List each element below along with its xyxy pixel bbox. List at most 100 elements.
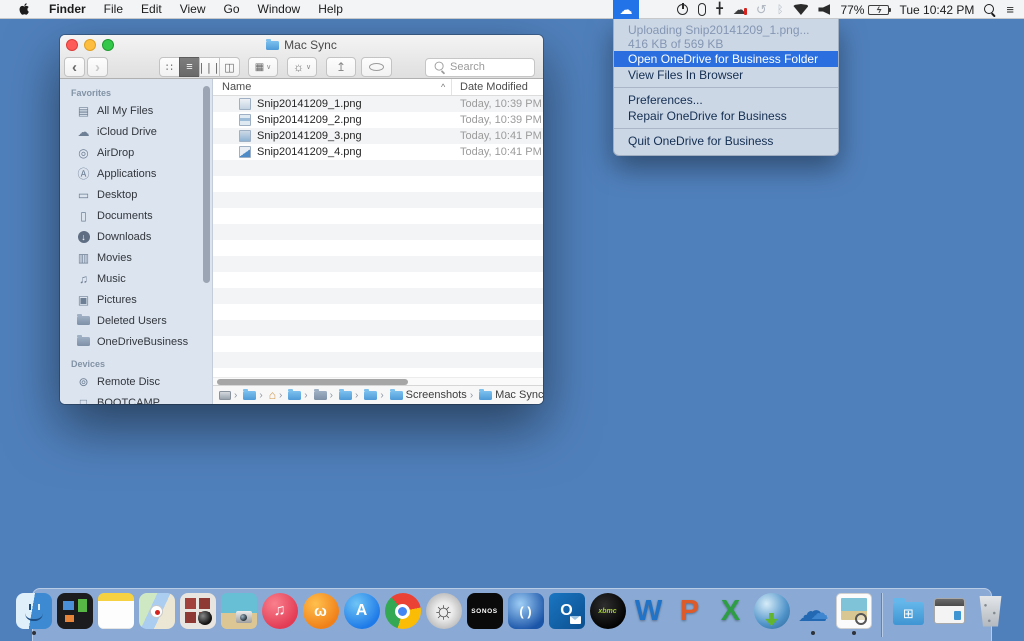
file-row[interactable]: Snip20141209_3.png Today, 10:41 PM — [213, 128, 543, 144]
dock-finder[interactable] — [15, 593, 53, 641]
quit-onedrive-item[interactable]: Quit OneDrive for Business — [614, 133, 838, 149]
tags-button[interactable] — [361, 57, 392, 77]
dock-notes[interactable] — [97, 593, 135, 641]
onedrive-error-icon[interactable]: ☁ — [733, 2, 746, 18]
menu-item-go[interactable]: Go — [224, 2, 240, 16]
sidebar-item-applications[interactable]: Applications — [60, 163, 212, 184]
dock-mission-control[interactable] — [56, 593, 94, 641]
dock-itunes[interactable]: ♫ — [261, 593, 299, 641]
menu-item-edit[interactable]: Edit — [141, 2, 162, 16]
sidebar-item-icloud-drive[interactable]: iCloud Drive — [60, 121, 212, 142]
wifi-icon[interactable] — [793, 4, 808, 15]
apple-menu-icon[interactable] — [18, 2, 31, 16]
sort-ascending-icon: ^ — [441, 82, 445, 92]
search-input[interactable] — [450, 61, 520, 73]
menu-item-view[interactable]: View — [180, 2, 206, 16]
sidebar-item-onedrivebusiness[interactable]: OneDriveBusiness — [60, 331, 212, 352]
sidebar-item-music[interactable]: Music — [60, 268, 212, 289]
path-crumb[interactable] — [231, 390, 256, 401]
open-onedrive-folder-item[interactable]: Open OneDrive for Business Folder — [614, 51, 838, 67]
repair-onedrive-item[interactable]: Repair OneDrive for Business — [614, 108, 838, 124]
dock-ibooks[interactable]: ω — [302, 593, 340, 641]
sidebar-item-bootcamp[interactable]: BOOTCAMP — [60, 392, 212, 404]
back-button[interactable]: ‹ — [64, 57, 85, 77]
sidebar-item-deleted-users[interactable]: Deleted Users — [60, 310, 212, 331]
file-row[interactable]: Snip20141209_1.png Today, 10:39 PM — [213, 96, 543, 112]
dock-iphoto[interactable] — [220, 593, 258, 641]
menubar-clock[interactable]: Tue 10:42 PM — [899, 3, 974, 17]
dock-chrome[interactable] — [384, 593, 422, 641]
dock-powerpoint[interactable]: P — [671, 593, 709, 641]
dock-word[interactable]: W — [630, 593, 668, 641]
power-circle-icon[interactable] — [677, 4, 688, 15]
preferences-item[interactable]: Preferences... — [614, 92, 838, 108]
sidebar-item-remote-disc[interactable]: Remote Disc — [60, 371, 212, 392]
forward-button[interactable]: › — [87, 57, 108, 77]
path-crumb[interactable] — [327, 390, 352, 401]
dock-onedrive[interactable]: ☁☁ — [794, 593, 832, 641]
mission-control-icon — [57, 593, 93, 629]
dock-windows-folder[interactable]: ⊞ — [890, 593, 928, 641]
path-crumb[interactable] — [352, 390, 377, 401]
sidebar-item-all-my-files[interactable]: All My Files — [60, 100, 212, 121]
sidebar-scrollbar[interactable] — [203, 86, 210, 283]
time-machine-icon[interactable]: ↺ — [756, 2, 767, 18]
menu-item-help[interactable]: Help — [318, 2, 343, 16]
dock-xbmc[interactable]: xbmc — [589, 593, 627, 641]
close-button[interactable] — [66, 39, 78, 51]
bluetooth-icon[interactable]: ᛒ — [777, 4, 784, 16]
dock-excel[interactable]: X — [712, 593, 750, 641]
menu-item-file[interactable]: File — [104, 2, 123, 16]
menu-item-finder[interactable]: Finder — [49, 2, 86, 16]
dock-sonos[interactable]: SONOS — [466, 593, 504, 641]
horizontal-scrollbar[interactable] — [213, 377, 543, 385]
search-field[interactable] — [425, 58, 535, 77]
path-crumb-drive[interactable] — [219, 391, 231, 400]
onedrive-business-menubar-icon[interactable]: ☁ — [613, 0, 639, 19]
view-files-in-browser-item[interactable]: View Files In Browser — [614, 67, 838, 83]
menu-item-window[interactable]: Window — [258, 2, 301, 16]
sidebar-item-desktop[interactable]: Desktop — [60, 184, 212, 205]
volume-icon[interactable] — [818, 4, 830, 15]
dock-photo-booth[interactable] — [179, 593, 217, 641]
icon-view-button[interactable]: ∷ — [159, 57, 180, 77]
column-name[interactable]: Name — [222, 81, 251, 93]
copter-icon[interactable]: ╋ — [716, 4, 723, 15]
minimize-button[interactable] — [84, 39, 96, 51]
column-view-button[interactable]: ||| — [199, 57, 220, 77]
path-crumb[interactable] — [301, 390, 326, 401]
column-date-modified[interactable]: Date Modified — [460, 81, 528, 93]
sidebar-item-movies[interactable]: Movies — [60, 247, 212, 268]
path-crumb-home[interactable] — [256, 389, 276, 402]
coverflow-view-button[interactable]: ◫ — [219, 57, 240, 77]
running-indicator — [852, 631, 856, 635]
sidebar-item-airdrop[interactable]: AirDrop — [60, 142, 212, 163]
dock-maps[interactable] — [138, 593, 176, 641]
arrange-button[interactable]: ▦∨ — [248, 57, 278, 77]
list-view-button[interactable]: ≡ — [179, 57, 200, 77]
path-crumb-screenshots[interactable]: Screenshots — [377, 389, 467, 401]
sidebar-item-downloads[interactable]: Downloads — [60, 226, 212, 247]
sidebar-item-pictures[interactable]: Pictures — [60, 289, 212, 310]
dock-system-preferences[interactable]: ☼ — [425, 593, 463, 641]
spotlight-search-icon[interactable] — [984, 4, 996, 16]
battery-indicator[interactable]: 77% ϟ — [840, 3, 889, 17]
dock-blue-orb-app[interactable]: ( ) — [507, 593, 545, 641]
peripheral-battery-icon[interactable] — [698, 3, 706, 16]
dock-app-store[interactable]: A — [343, 593, 381, 641]
dock-outlook[interactable]: O — [548, 593, 586, 641]
dock-globe-download[interactable] — [753, 593, 791, 641]
dock-preview[interactable] — [835, 593, 873, 641]
sidebar-item-documents[interactable]: Documents — [60, 205, 212, 226]
dock-minimized-window[interactable] — [931, 593, 969, 641]
zoom-button[interactable] — [102, 39, 114, 51]
share-button[interactable]: ↥ — [326, 57, 356, 77]
title-bar[interactable]: Mac Sync — [60, 35, 543, 55]
action-gear-button[interactable]: ☼∨ — [287, 57, 317, 77]
file-row[interactable]: Snip20141209_2.png Today, 10:39 PM — [213, 112, 543, 128]
path-crumb[interactable] — [276, 390, 301, 401]
dock-trash[interactable] — [972, 593, 1010, 641]
path-crumb-mac-sync[interactable]: Mac Sync — [467, 389, 543, 401]
file-row[interactable]: Snip20141209_4.png Today, 10:41 PM — [213, 144, 543, 160]
notification-center-icon[interactable]: ≡ — [1006, 2, 1014, 17]
